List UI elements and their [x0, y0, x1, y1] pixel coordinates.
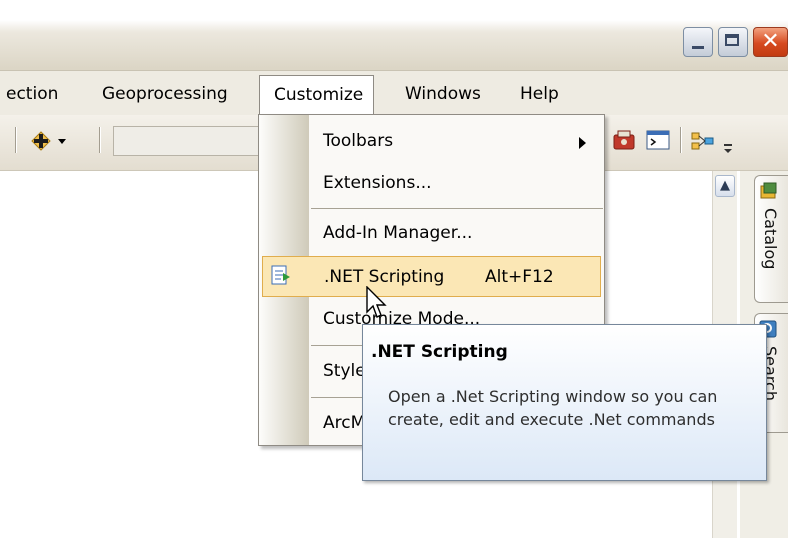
map-scale-combo[interactable] [113, 126, 263, 156]
menu-item-extensions[interactable]: Extensions... [323, 173, 432, 193]
maximize-icon [725, 34, 739, 46]
python-window-button[interactable] [646, 129, 672, 153]
toolbar-separator [680, 127, 682, 153]
minimize-button[interactable] [683, 27, 713, 57]
net-scripting-icon [271, 265, 290, 285]
close-icon: ✕ [761, 29, 780, 54]
toolbar-separator [15, 127, 17, 153]
tooltip: .NET Scripting Open a .Net Scripting win… [362, 324, 767, 481]
catalog-tab[interactable]: Catalog [754, 175, 788, 303]
close-button[interactable]: ✕ [753, 27, 788, 57]
arctoolbox-button[interactable] [612, 129, 638, 153]
model-builder-icon [691, 132, 714, 150]
menu-windows[interactable]: Windows [405, 84, 481, 104]
menu-bar: ection Geoprocessing Customize Windows H… [0, 71, 788, 115]
command-window-icon [646, 130, 670, 150]
model-builder-button[interactable] [690, 129, 716, 153]
toolbar-options-chevron[interactable] [722, 141, 734, 155]
catalog-icon [760, 182, 777, 199]
menu-help[interactable]: Help [520, 84, 559, 104]
menu-separator [311, 208, 603, 209]
menu-selection[interactable]: ection [6, 84, 58, 104]
catalog-tab-label: Catalog [761, 208, 780, 270]
menu-item-add-in-manager[interactable]: Add-In Manager... [323, 223, 472, 243]
menu-item-net-scripting-label: .NET Scripting [324, 267, 445, 287]
title-bar: ✕ [0, 0, 788, 71]
tooltip-description: Open a .Net Scripting window so you can … [388, 387, 718, 429]
mouse-cursor-icon [366, 286, 387, 318]
toolbar-separator [99, 127, 101, 153]
add-data-button[interactable] [28, 127, 78, 155]
menu-item-net-scripting[interactable]: .NET Scripting Alt+F12 [262, 256, 601, 297]
submenu-arrow-icon [579, 137, 586, 149]
tooltip-title: .NET Scripting [371, 342, 508, 362]
menu-item-toolbars[interactable]: Toolbars [323, 131, 393, 151]
scroll-up-button[interactable]: ▲ [715, 175, 735, 197]
chevron-down-icon [724, 144, 732, 153]
add-data-icon [31, 131, 66, 151]
minimize-icon [692, 46, 704, 49]
menu-customize[interactable]: Customize [259, 75, 375, 115]
maximize-button[interactable] [718, 27, 748, 57]
menu-item-shortcut: Alt+F12 [485, 267, 554, 287]
toolbox-icon [613, 130, 635, 150]
menu-geoprocessing[interactable]: Geoprocessing [102, 84, 228, 104]
